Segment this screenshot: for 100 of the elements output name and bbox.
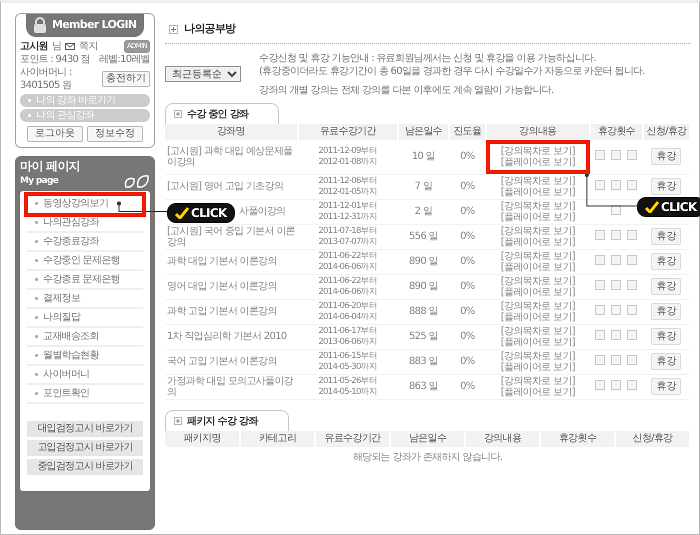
break-checkbox[interactable] [627, 180, 638, 190]
break-checkbox[interactable] [595, 305, 606, 315]
lecture-link[interactable]: [플레이어로 보기] [488, 262, 588, 272]
notice-text: 수강신청 및 휴강 기능안내 : 유료회원님께서는 신청 및 휴강을 이용 가능하십니다. [259, 52, 597, 64]
menu-item[interactable]: 수강종료 문제은행 [27, 270, 143, 290]
break-checkbox[interactable] [611, 180, 622, 190]
break-button[interactable]: 휴강 [651, 178, 682, 195]
message-link[interactable]: 쪽지 [79, 40, 98, 52]
menu-item[interactable]: 사이버머니 [27, 366, 143, 384]
lecture-link[interactable]: [강의목차로 보기] [488, 376, 588, 386]
mypage-subtitle: My page [20, 175, 58, 188]
break-checkbox[interactable] [611, 280, 622, 290]
course-name: [고시원] 영어 고입 기초강의 [165, 174, 298, 199]
break-checkbox[interactable] [595, 180, 606, 190]
break-button[interactable]: 휴강 [651, 148, 682, 165]
progress-rate: 0% [448, 224, 486, 249]
break-checkbox[interactable] [627, 230, 638, 240]
break-button[interactable]: 휴강 [651, 278, 682, 295]
lecture-link[interactable]: [강의목차로 보기] [488, 350, 588, 362]
lecture-link[interactable]: [플레이어로 보기] [488, 336, 588, 348]
account-button[interactable]: 로그아웃 [27, 126, 83, 142]
start-date: 2011-06-22부터 [317, 250, 378, 262]
mypage-title: 마이 페이지 [20, 160, 81, 172]
break-checkbox[interactable] [627, 330, 638, 340]
account-button[interactable]: 정보수정 [87, 126, 143, 142]
shortcut-button[interactable]: 중입검정고시 바로가기 [27, 458, 143, 474]
break-checkbox[interactable] [595, 330, 606, 340]
points-text: 포인트 : 9430 점 [20, 52, 90, 66]
lecture-link[interactable]: [플레이어로 보기] [488, 186, 588, 198]
lecture-link[interactable]: [플레이어로 보기] [488, 362, 588, 372]
lecture-link[interactable]: [강의목차로 보기] [488, 250, 588, 262]
break-checkbox[interactable] [611, 330, 622, 340]
menu-item[interactable]: 수강종료강좌 [27, 232, 143, 252]
lecture-link[interactable]: [플레이어로 보기] [488, 212, 588, 222]
break-checkbox[interactable] [595, 355, 606, 365]
break-checkbox[interactable] [595, 150, 606, 160]
break-checkbox[interactable] [627, 380, 638, 390]
break-checkbox[interactable] [611, 355, 622, 365]
lecture-link[interactable]: [강의목차로 보기] [488, 200, 588, 212]
break-button[interactable]: 휴강 [651, 303, 682, 320]
menu-item[interactable]: 결제정보 [27, 290, 143, 308]
lecture-link[interactable]: [플레이어로 보기] [488, 236, 588, 248]
column-header: 남은일수 [390, 430, 465, 446]
remaining-days: 7 일 [398, 174, 449, 199]
break-checkbox[interactable] [611, 150, 622, 160]
shortcut-button[interactable]: 대입검정고시 바로가기 [27, 420, 143, 436]
sort-select[interactable]: 최근등록순 [165, 66, 241, 82]
lecture-link[interactable]: [강의목차로 보기] [488, 326, 588, 336]
lecture-link[interactable]: [플레이어로 보기] [488, 386, 588, 398]
menu-item[interactable]: 수강중인 문제은행 [27, 252, 143, 270]
break-button[interactable]: 휴강 [651, 228, 682, 245]
start-date: 2011-06-17부터 [317, 326, 378, 336]
break-checkbox[interactable] [627, 280, 638, 290]
break-checkbox[interactable] [611, 230, 622, 240]
start-date: 2011-12-06부터 [317, 176, 378, 186]
lecture-link[interactable]: [플레이어로 보기] [488, 312, 588, 322]
end-date: 2014-06-06까지 [317, 262, 378, 272]
course-name: 가정과학 대입 모의고사풀이강의 [165, 374, 298, 399]
lecture-link[interactable]: [플레이어로 보기] [488, 286, 588, 298]
lecture-link[interactable]: [플레이어로 보기] [492, 156, 584, 168]
break-checkbox[interactable] [627, 305, 638, 315]
click-callout: CLICK [167, 202, 235, 222]
lecture-link[interactable]: [강의목차로 보기] [492, 146, 584, 156]
end-date: 2011-12-31까지 [317, 212, 378, 222]
break-button[interactable]: 휴강 [651, 353, 682, 370]
break-button[interactable]: 휴강 [651, 378, 682, 395]
break-button[interactable]: 휴강 [651, 328, 682, 345]
break-checkbox[interactable] [595, 380, 606, 390]
break-checkbox[interactable] [627, 355, 638, 365]
break-checkbox[interactable] [595, 280, 606, 290]
lecture-link[interactable]: [강의목차로 보기] [488, 176, 588, 186]
break-checkbox[interactable] [611, 305, 622, 315]
break-checkbox[interactable] [627, 255, 638, 265]
lecture-link[interactable]: [강의목차로 보기] [488, 226, 588, 236]
menu-item[interactable]: 교재배송조회 [27, 328, 143, 346]
menu-item[interactable]: 월별학습현황 [27, 346, 143, 366]
lecture-link[interactable]: [강의목차로 보기] [488, 300, 588, 312]
end-date: 2014-05-30까지 [317, 362, 378, 372]
break-checkbox[interactable] [611, 380, 622, 390]
lecture-link[interactable]: [강의목차로 보기] [488, 276, 588, 286]
end-date: 2014-05-10까지 [317, 386, 378, 398]
menu-item[interactable]: 나의질답 [27, 308, 143, 328]
break-checkbox[interactable] [611, 255, 622, 265]
break-button[interactable]: 휴강 [651, 253, 682, 270]
break-checkbox[interactable] [595, 255, 606, 265]
break-checkbox[interactable] [595, 230, 606, 240]
empty-message: 해당되는 강좌가 존재하지 않습니다. [165, 446, 690, 464]
column-header: 패키지명 [165, 430, 240, 446]
click-callout: CLICK [636, 197, 700, 217]
charge-button[interactable]: 충전하기 [102, 70, 150, 86]
break-checkbox[interactable] [627, 150, 638, 160]
menu-item[interactable]: 동영상강의보기 [27, 194, 143, 214]
plus-square-icon [174, 417, 182, 425]
shortcut-button[interactable]: 고입검정고시 바로가기 [27, 440, 143, 456]
remaining-days: 890 일 [398, 274, 449, 299]
menu-item[interactable]: 나의관심강좌 [27, 214, 143, 232]
break-checkbox[interactable] [611, 205, 622, 215]
end-date: 2014-06-04까지 [317, 312, 378, 322]
start-date: 2011-06-20부터 [317, 300, 378, 312]
menu-item[interactable]: 포인트확인 [27, 384, 143, 404]
